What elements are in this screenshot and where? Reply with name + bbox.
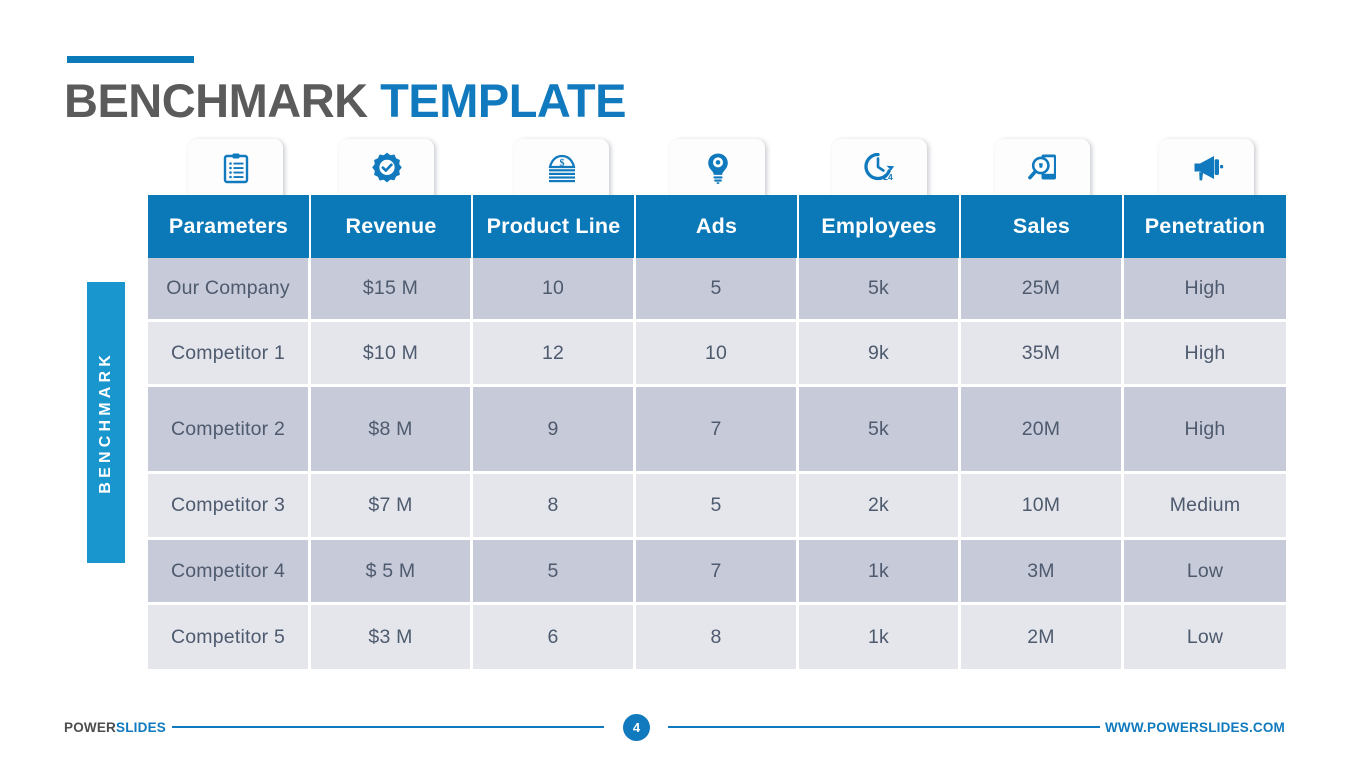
table-row[interactable]: Our Company $15 M 10 5 5k 25M High	[148, 258, 1286, 322]
benchmark-side-tab-label: BENCHMARK	[97, 351, 114, 494]
logo-power: POWER	[64, 720, 117, 735]
icon-card-revenue[interactable]	[339, 139, 434, 197]
footer-divider-left	[172, 726, 604, 728]
clock-24-hours-icon: 24	[863, 153, 896, 183]
cell-parameters: Competitor 5	[148, 605, 311, 669]
icon-card-parameters[interactable]	[188, 139, 283, 197]
cell-ads: 5	[636, 258, 799, 319]
page-title: BENCHMARK TEMPLATE	[64, 72, 626, 130]
cell-product-line: 8	[473, 474, 636, 537]
column-header-employees: Employees	[799, 195, 961, 258]
table-row[interactable]: Competitor 4 $ 5 M 5 7 1k 3M Low	[148, 540, 1286, 605]
cell-penetration: High	[1124, 322, 1286, 384]
cell-penetration: High	[1124, 258, 1286, 319]
column-header-sales: Sales	[961, 195, 1124, 258]
cell-revenue: $ 5 M	[311, 540, 473, 602]
cell-parameters: Competitor 1	[148, 322, 311, 384]
cell-employees: 9k	[799, 322, 961, 384]
table-row[interactable]: Competitor 3 $7 M 8 5 2k 10M Medium	[148, 474, 1286, 540]
cell-revenue: $7 M	[311, 474, 473, 537]
cell-sales: 3M	[961, 540, 1124, 602]
cell-employees: 1k	[799, 540, 961, 602]
svg-text:$: $	[559, 158, 564, 169]
title-accent-bar	[67, 56, 194, 63]
cell-employees: 2k	[799, 474, 961, 537]
cell-ads: 10	[636, 322, 799, 384]
cell-parameters: Competitor 4	[148, 540, 311, 602]
icon-card-penetration[interactable]	[1159, 139, 1254, 197]
cell-sales: 10M	[961, 474, 1124, 537]
page-number-badge: 4	[623, 714, 650, 741]
icon-card-employees[interactable]: 24	[832, 139, 927, 197]
footer-divider-right	[668, 726, 1100, 728]
cell-product-line: 9	[473, 387, 636, 471]
cell-ads: 8	[636, 605, 799, 669]
cell-employees: 1k	[799, 605, 961, 669]
cell-parameters: Competitor 3	[148, 474, 311, 537]
cell-ads: 7	[636, 387, 799, 471]
cell-parameters: Competitor 2	[148, 387, 311, 471]
slide: BENCHMARK TEMPLATE $ 24 BENCHMARK Parame…	[0, 0, 1365, 767]
benchmark-table: Parameters Revenue Product Line Ads Empl…	[148, 195, 1286, 669]
table-header-row: Parameters Revenue Product Line Ads Empl…	[148, 195, 1286, 258]
icon-card-ads[interactable]	[670, 139, 765, 197]
logo-slides: SLIDES	[116, 720, 166, 735]
cell-ads: 5	[636, 474, 799, 537]
cell-sales: 25M	[961, 258, 1124, 319]
money-stack-icon: $	[545, 153, 579, 183]
megaphone-icon	[1190, 154, 1224, 182]
icon-card-sales[interactable]	[995, 139, 1090, 197]
cell-parameters: Our Company	[148, 258, 311, 319]
column-header-ads: Ads	[636, 195, 799, 258]
column-header-product-line: Product Line	[473, 195, 636, 258]
cell-penetration: Low	[1124, 605, 1286, 669]
cell-revenue: $10 M	[311, 322, 473, 384]
cell-penetration: Medium	[1124, 474, 1286, 537]
cell-ads: 7	[636, 540, 799, 602]
table-row[interactable]: Competitor 2 $8 M 9 7 5k 20M High	[148, 387, 1286, 474]
cell-product-line: 12	[473, 322, 636, 384]
column-header-revenue: Revenue	[311, 195, 473, 258]
cell-penetration: Low	[1124, 540, 1286, 602]
footer: POWERSLIDES 4 WWW.POWERSLIDES.COM	[0, 712, 1365, 752]
cell-product-line: 10	[473, 258, 636, 319]
clipboard-icon	[222, 152, 250, 184]
cell-revenue: $3 M	[311, 605, 473, 669]
benchmark-side-tab: BENCHMARK	[87, 282, 125, 563]
powerslides-logo: POWERSLIDES	[64, 720, 166, 735]
cell-penetration: High	[1124, 387, 1286, 471]
table-row[interactable]: Competitor 1 $10 M 12 10 9k 35M High	[148, 322, 1286, 387]
page-title-secondary: TEMPLATE	[380, 74, 626, 127]
column-header-penetration: Penetration	[1124, 195, 1286, 258]
cell-employees: 5k	[799, 387, 961, 471]
cell-product-line: 5	[473, 540, 636, 602]
lightbulb-idea-icon	[705, 152, 731, 184]
cell-employees: 5k	[799, 258, 961, 319]
icon-card-row: $ 24	[148, 139, 1286, 197]
footer-website-link[interactable]: WWW.POWERSLIDES.COM	[1105, 720, 1285, 735]
cell-sales: 20M	[961, 387, 1124, 471]
page-title-primary: BENCHMARK	[64, 74, 368, 127]
magnifier-mobile-search-icon	[1027, 152, 1059, 184]
quality-seal-check-icon	[371, 152, 403, 184]
cell-sales: 35M	[961, 322, 1124, 384]
svg-text:24: 24	[883, 172, 893, 182]
icon-card-product-line[interactable]: $	[514, 139, 609, 197]
column-header-parameters: Parameters	[148, 195, 311, 258]
table-body: Our Company $15 M 10 5 5k 25M High Compe…	[148, 258, 1286, 669]
table-row[interactable]: Competitor 5 $3 M 6 8 1k 2M Low	[148, 605, 1286, 669]
cell-revenue: $8 M	[311, 387, 473, 471]
cell-revenue: $15 M	[311, 258, 473, 319]
cell-sales: 2M	[961, 605, 1124, 669]
cell-product-line: 6	[473, 605, 636, 669]
